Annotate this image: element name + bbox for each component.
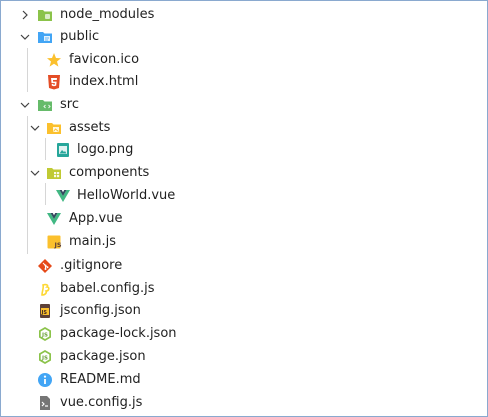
nodejs-icon: JS [37,349,53,365]
tree-item-label: public [60,29,100,44]
chevron-right-icon[interactable] [17,4,33,26]
tree-item-components[interactable]: components [1,162,485,184]
svg-text:JS: JS [41,356,48,362]
info-icon [37,372,53,388]
tree-item-label: vue.config.js [60,395,143,410]
folder-public-icon [37,29,53,45]
tree-item-label: assets [69,120,111,135]
jsconfig-icon: JS [37,303,53,319]
tree-item-label: package.json [60,349,146,364]
folder-assets-icon [46,120,62,136]
folder-node-icon [37,7,53,23]
tree-item-readme[interactable]: README.md [1,369,485,391]
tree-item-label: README.md [60,372,141,387]
tree-item-index-html[interactable]: index.html [1,71,485,93]
vue-icon [46,211,62,227]
tree-item-label: jsconfig.json [60,303,141,318]
nodejs-icon: JS [37,326,53,342]
js-file-icon: JS [46,234,62,250]
tree-item-label: node_modules [60,7,155,22]
tree-item-jsconfig[interactable]: JS jsconfig.json [1,300,485,322]
chevron-down-icon[interactable] [27,162,43,184]
tree-item-gitignore[interactable]: .gitignore [1,255,485,277]
chevron-down-icon[interactable] [27,117,43,139]
tree-item-label: App.vue [69,211,123,226]
chevron-down-icon[interactable] [17,94,33,116]
tree-item-label: HelloWorld.vue [77,188,176,203]
tree-item-label: package-lock.json [60,326,177,341]
tree-item-logo-png[interactable]: logo.png [1,139,485,161]
chevron-down-icon[interactable] [17,26,33,48]
tree-item-label: babel.config.js [60,281,155,296]
tree-item-package-json[interactable]: JS package.json [1,346,485,368]
tree-item-assets[interactable]: assets [1,117,485,139]
folder-src-icon [37,97,53,113]
image-file-icon [55,142,71,158]
tree-item-label: .gitignore [60,258,123,273]
file-explorer-tree: node_modules public favicon.ico index.ht… [0,0,488,417]
svg-text:JS: JS [41,333,48,339]
tree-item-label: index.html [69,74,139,89]
tree-item-label: components [69,165,150,180]
vue-config-icon [37,395,53,411]
tree-item-label: src [60,97,79,112]
vue-icon [55,188,71,204]
tree-item-vue-config[interactable]: vue.config.js [1,392,485,414]
tree-item-public[interactable]: public [1,26,485,48]
tree-item-helloworld-vue[interactable]: HelloWorld.vue [1,185,485,207]
tree-item-package-lock[interactable]: JS package-lock.json [1,323,485,345]
tree-item-babel-config[interactable]: babel.config.js [1,278,485,300]
tree-item-src[interactable]: src [1,94,485,116]
html5-icon [46,74,62,90]
git-icon [37,258,53,274]
tree-item-label: logo.png [77,142,134,157]
tree-item-label: main.js [69,234,116,249]
tree-item-favicon[interactable]: favicon.ico [1,49,485,71]
svg-text:JS: JS [41,310,48,316]
favicon-star-icon [46,52,62,68]
tree-item-node-modules[interactable]: node_modules [1,4,485,26]
babel-icon [37,281,53,297]
tree-item-label: favicon.ico [69,52,140,67]
tree-item-main-js[interactable]: JS main.js [1,231,485,253]
folder-components-icon [46,165,62,181]
tree-item-app-vue[interactable]: App.vue [1,208,485,230]
svg-text:JS: JS [54,241,62,249]
